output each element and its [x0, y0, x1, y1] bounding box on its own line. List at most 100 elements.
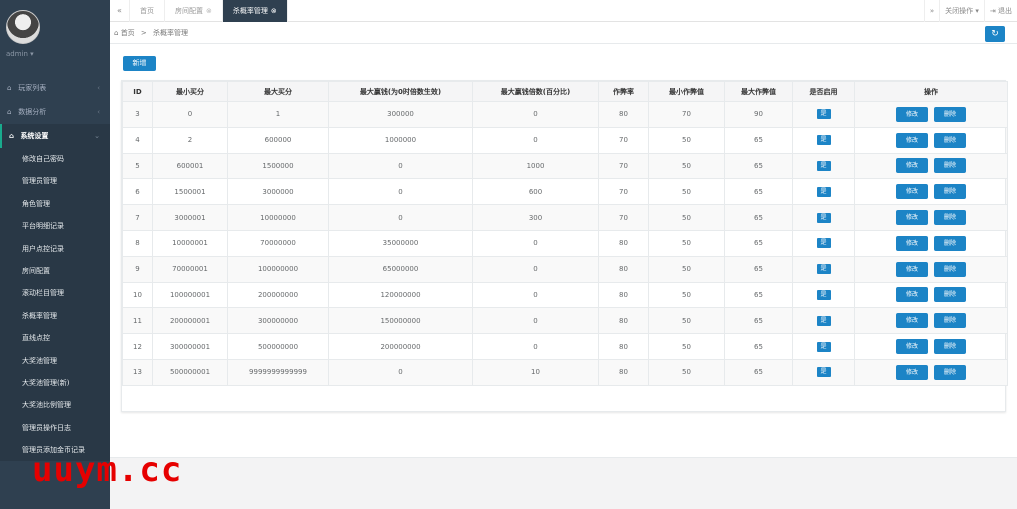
logout-label: 退出 [998, 7, 1012, 15]
chevron-left-icon: ‹ [97, 84, 100, 92]
table-cell: 300000001 [152, 333, 228, 360]
sidebar-subitem[interactable]: 大奖池管理 [0, 350, 110, 372]
sidebar-subitem[interactable]: 杀概率管理 [0, 305, 110, 327]
table-cell: 50 [648, 281, 725, 309]
edit-button[interactable]: 修改 [896, 210, 928, 226]
sidebar-subitem[interactable]: 修改自己密码 [0, 148, 110, 170]
close-tab-icon[interactable]: ⊗ [206, 7, 212, 15]
table-cell: 10000001 [152, 229, 228, 257]
delete-button[interactable]: 删除 [934, 158, 966, 174]
table-cell: 100000001 [152, 281, 228, 309]
delete-button[interactable]: 删除 [934, 210, 966, 226]
sidebar-nav: ⌂ 玩家列表 ‹ ⌂ 数据分析 ‹ ⌂ 系统设置 ⌄ [0, 76, 110, 148]
sidebar-subitem[interactable]: 管理员管理 [0, 170, 110, 192]
delete-button[interactable]: 删除 [934, 364, 966, 380]
edit-button[interactable]: 修改 [896, 106, 928, 122]
delete-button[interactable]: 删除 [934, 339, 966, 355]
close-ops-dropdown[interactable]: 关闭操作 ▾ [939, 0, 984, 22]
tabs-forward-icon[interactable]: » [923, 0, 939, 22]
delete-button[interactable]: 删除 [934, 132, 966, 148]
edit-button[interactable]: 修改 [896, 132, 928, 148]
sidebar-subitem[interactable]: 平台明细记录 [0, 215, 110, 237]
table-row: 6 1500001 3000000 0 600 70 50 65 是 修改 删除 [122, 178, 1008, 206]
actions-cell: 修改 删除 [854, 255, 1008, 283]
table-cell: 65 [724, 358, 793, 386]
sidebar-subitem[interactable]: 房间配置 [0, 260, 110, 282]
delete-button[interactable]: 删除 [934, 184, 966, 200]
breadcrumb-home[interactable]: 首页 [121, 29, 135, 37]
table-row: 3 0 1 300000 0 80 70 90 是修改 删除 [122, 101, 1008, 128]
table-cell: 200000001 [152, 307, 228, 335]
edit-button[interactable]: 修改 [896, 364, 928, 380]
edit-button[interactable]: 修改 [896, 184, 928, 200]
enabled-cell: 是 [792, 333, 855, 360]
tabs-back-icon[interactable]: « [110, 0, 130, 22]
table-cell: 50 [648, 204, 725, 231]
table-row: 10 100000001 200000000 120000000 0 80 50 65 是 修改删… [122, 281, 1008, 309]
table-cell: 50 [648, 333, 725, 360]
enabled-badge: 是 [816, 135, 831, 146]
enabled-cell: 是 [792, 101, 855, 128]
home-icon: ⌂ [7, 84, 12, 92]
col-header: 操作 [854, 81, 1008, 102]
avatar[interactable] [6, 10, 40, 44]
sidebar-subitem[interactable]: 大奖池管理(新) [0, 372, 110, 394]
table-cell: 1000000 [328, 126, 473, 154]
delete-button[interactable]: 删除 [934, 106, 966, 122]
table-cell: 65 [724, 307, 793, 335]
table-cell: 65 [724, 255, 793, 283]
actions-cell: 修改 删除 [854, 358, 1008, 386]
refresh-button[interactable]: ↻ [985, 26, 1005, 42]
chevron-down-icon: ⌄ [94, 132, 100, 140]
table-row: 7 3000001 10000000 0 300 70 50 65 是 修改 删除 [122, 204, 1008, 231]
edit-button[interactable]: 修改 [896, 235, 928, 251]
sidebar-item-players[interactable]: ⌂ 玩家列表 ‹ [0, 76, 110, 100]
sidebar-item-settings[interactable]: ⌂ 系统设置 ⌄ [0, 124, 110, 148]
tab-label: 杀概率管理 [232, 7, 268, 15]
sidebar-subitem[interactable]: 角色管理 [0, 193, 110, 215]
table-cell: 50 [648, 307, 725, 335]
delete-button[interactable]: 删除 [934, 261, 966, 277]
table-cell: 0 [328, 178, 473, 206]
table-cell: 50 [648, 126, 725, 154]
sidebar-subitem[interactable]: 直线点控 [0, 327, 110, 349]
table-cell: 4 [122, 126, 153, 154]
delete-button[interactable]: 删除 [934, 313, 966, 329]
tab-room-config[interactable]: 房间配置 ⊗ [165, 0, 223, 22]
sidebar-subitem[interactable]: 用户点控记录 [0, 238, 110, 260]
table-cell: 80 [598, 281, 649, 309]
enabled-cell: 是 [792, 178, 855, 206]
tab-kill-rate[interactable]: 杀概率管理 ⊗ [222, 0, 288, 22]
table-cell: 0 [328, 358, 473, 386]
table-cell: 0 [472, 333, 599, 360]
table-cell: 65 [724, 178, 793, 206]
sidebar-subitem[interactable]: 大奖池比例管理 [0, 394, 110, 416]
enabled-badge: 是 [816, 341, 831, 352]
delete-button[interactable]: 删除 [934, 287, 966, 303]
table-cell: 150000000 [328, 307, 473, 335]
edit-button[interactable]: 修改 [896, 158, 928, 174]
edit-button[interactable]: 修改 [896, 261, 928, 277]
delete-button[interactable]: 删除 [934, 235, 966, 251]
table-cell: 0 [472, 229, 599, 257]
tab-home[interactable]: 首页 [130, 0, 165, 22]
sidebar-subitem[interactable]: 管理员操作日志 [0, 417, 110, 439]
chevron-left-icon: ‹ [97, 108, 100, 116]
table-cell: 50 [648, 152, 725, 180]
enabled-cell: 是 [792, 281, 855, 309]
close-tab-icon[interactable]: ⊗ [271, 7, 277, 15]
col-header: 最大赢钱(为0时倍数生效) [328, 81, 473, 102]
table-cell: 50 [648, 255, 725, 283]
enabled-badge: 是 [816, 264, 831, 275]
edit-button[interactable]: 修改 [896, 313, 928, 329]
admin-name[interactable]: admin ▾ [6, 50, 110, 58]
sidebar-item-analytics[interactable]: ⌂ 数据分析 ‹ [0, 100, 110, 124]
table-cell: 5 [122, 152, 153, 180]
actions-cell: 修改 删除 [854, 229, 1008, 257]
edit-button[interactable]: 修改 [896, 287, 928, 303]
logout-button[interactable]: ⇥ 退出 [983, 0, 1017, 22]
add-button[interactable]: 新增 [123, 56, 156, 71]
sidebar-subitem[interactable]: 滚动栏目管理 [0, 282, 110, 304]
edit-button[interactable]: 修改 [896, 339, 928, 355]
table-cell: 0 [472, 126, 599, 154]
